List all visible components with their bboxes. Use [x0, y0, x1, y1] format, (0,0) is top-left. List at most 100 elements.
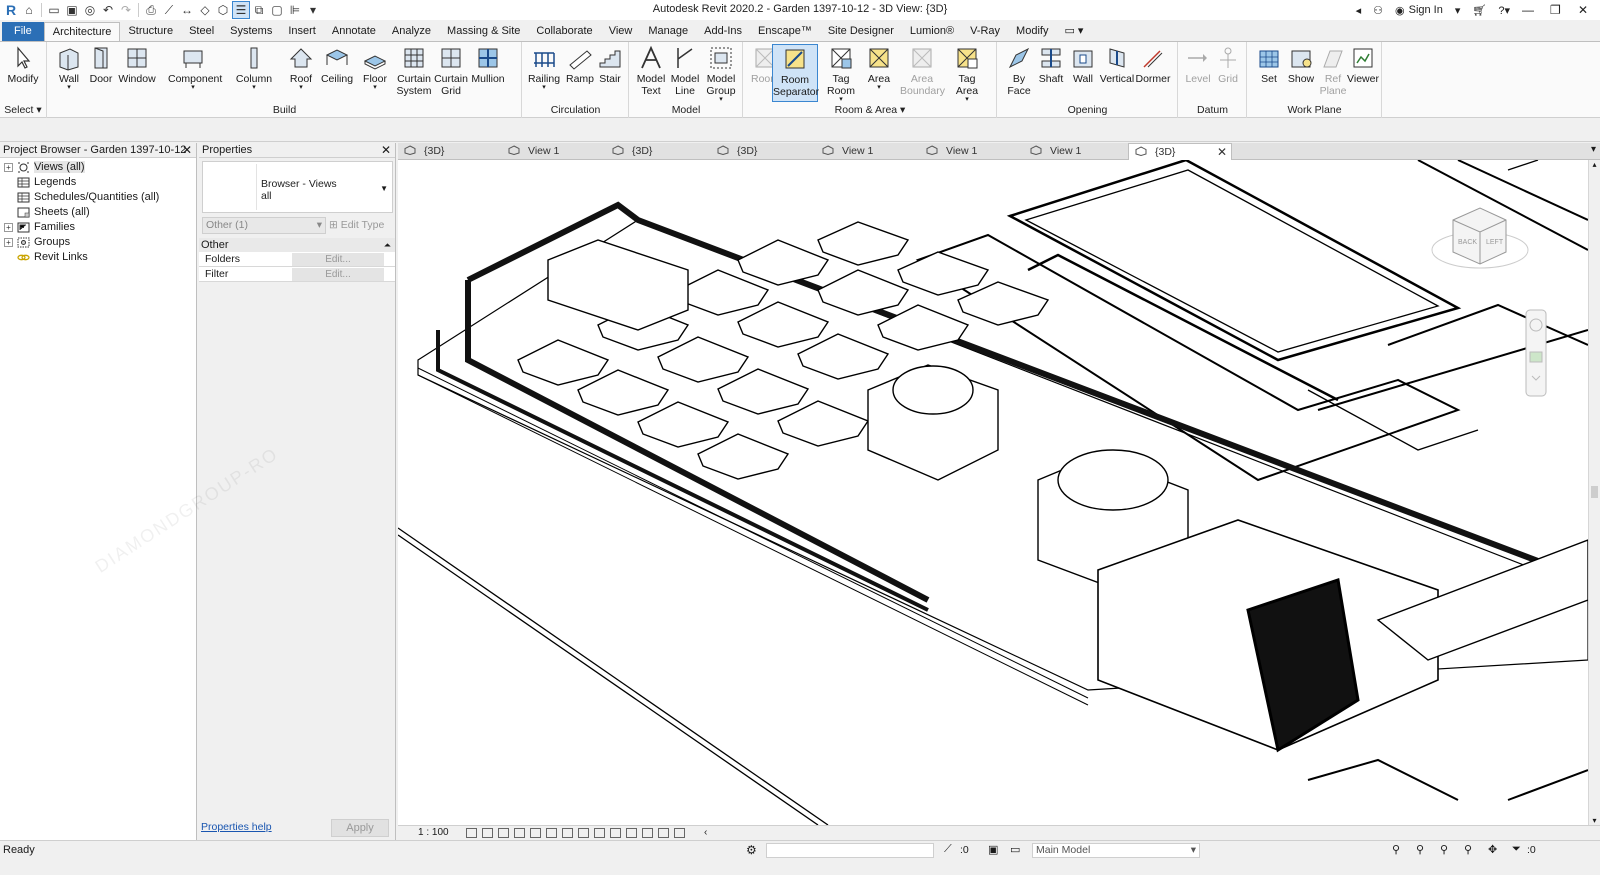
tag-icon[interactable]: ◇ [196, 1, 214, 19]
chevron-down-icon[interactable]: ▼ [380, 184, 388, 193]
filter-icon[interactable]: ⏷ [1512, 843, 1521, 856]
curtain-system-button[interactable]: Curtain System [395, 44, 433, 102]
column-button[interactable]: Column ▾ [235, 44, 273, 102]
dormer-button[interactable]: Dormer [1134, 44, 1172, 102]
maximize-icon[interactable]: ❐ [1544, 0, 1572, 20]
help-icon[interactable]: ?▾ [1492, 0, 1516, 20]
tree-item-revit-links[interactable]: Revit Links [0, 250, 196, 265]
tree-item-groups[interactable]: + Groups [0, 235, 196, 250]
panel-select-label[interactable]: Select ▾ [0, 104, 46, 116]
tab-analyze[interactable]: Analyze [384, 22, 439, 41]
3d-view-icon[interactable]: ⬡ [214, 1, 232, 19]
area-boundary-button[interactable]: Area Boundary [900, 44, 945, 102]
area-button[interactable]: Area ▾ [860, 44, 898, 102]
stair-button[interactable]: Stair [591, 44, 629, 102]
mullion-button[interactable]: Mullion [469, 44, 507, 102]
exclude-options-icon[interactable]: ▭ [1010, 843, 1020, 856]
crop-view-icon[interactable] [546, 828, 557, 838]
tab-systems[interactable]: Systems [222, 22, 280, 41]
wall-opening-button[interactable]: Wall [1064, 44, 1102, 102]
tab-architecture[interactable]: Architecture [43, 22, 121, 41]
binoculars-icon[interactable]: ⚇ [1367, 0, 1389, 20]
align-icon[interactable]: ⊫ [286, 1, 304, 19]
edit-requests-icon[interactable]: ⟋ [944, 843, 952, 856]
tab-file[interactable]: File [2, 22, 44, 41]
tab-add-ins[interactable]: Add-Ins [696, 22, 750, 41]
modify-button[interactable]: Modify [4, 44, 42, 102]
design-option-select[interactable] [766, 843, 934, 858]
curtain-grid-button[interactable]: Curtain Grid [432, 44, 470, 102]
scroll-down-icon[interactable]: ▾ [1589, 816, 1600, 825]
folders-edit-button[interactable]: Edit... [292, 253, 384, 266]
expand-icon[interactable]: + [4, 163, 13, 172]
edit-type-button[interactable]: ⊞ Edit Type [329, 217, 393, 234]
worksharing-display-icon[interactable] [626, 828, 637, 838]
panel-room-area-label[interactable]: Room & Area ▾ [744, 104, 996, 116]
sun-path-icon[interactable] [498, 828, 509, 838]
view-tab-3d[interactable]: {3D} [711, 143, 815, 160]
scroll-up-icon[interactable]: ▴ [1589, 160, 1600, 169]
view-tab-view1[interactable]: View 1 [1024, 143, 1128, 160]
tab-structure[interactable]: Structure [120, 22, 181, 41]
active-workset-select[interactable]: Main Model ▾ [1032, 843, 1200, 858]
select-by-face-icon[interactable]: ⚲ [1464, 843, 1472, 856]
view-tab-view1[interactable]: View 1 [920, 143, 1024, 160]
switch-windows-icon[interactable]: ▢ [268, 1, 286, 19]
instance-filter-select[interactable]: Other (1) ▾ [202, 217, 326, 234]
door-button[interactable]: Door [82, 44, 120, 102]
temporary-hide-icon[interactable] [594, 828, 605, 838]
apply-button[interactable]: Apply [331, 819, 389, 837]
tab-insert[interactable]: Insert [280, 22, 324, 41]
analytical-model-icon[interactable] [658, 828, 669, 838]
model-text-button[interactable]: Model Text [632, 44, 670, 102]
tree-item-families[interactable]: + Families [0, 220, 196, 235]
room-separator-button[interactable]: Room Separator [772, 44, 819, 102]
dimension-icon[interactable]: ↔ [178, 1, 196, 19]
tab-modify[interactable]: Modify [1008, 22, 1056, 41]
cart-icon[interactable]: 🛒︎ [1466, 0, 1492, 20]
scroll-left-icon[interactable]: ‹ [704, 826, 707, 840]
text-icon[interactable]: ☰ [232, 1, 250, 19]
show-crop-region-icon[interactable] [562, 828, 573, 838]
tree-item-views[interactable]: + Views (all) [0, 160, 196, 175]
collapse-icon[interactable]: ⏶ [384, 238, 391, 252]
window-button[interactable]: Window [118, 44, 156, 102]
model-group-button[interactable]: Model Group ▾ [702, 44, 740, 103]
ceiling-button[interactable]: Ceiling [318, 44, 356, 102]
save-icon[interactable]: ▣ [63, 1, 81, 19]
expand-icon[interactable]: + [4, 238, 13, 247]
select-underlay-icon[interactable]: ⚲ [1416, 843, 1424, 856]
close-window-icon[interactable]: ✕ [1572, 0, 1600, 20]
component-button[interactable]: Component ▾ [168, 44, 222, 102]
property-group-other[interactable]: Other ⏶ [199, 238, 395, 252]
roof-button[interactable]: Roof ▾ [282, 44, 320, 102]
sync-icon[interactable]: ◎ [81, 1, 99, 19]
scrollbar-thumb[interactable] [1591, 486, 1598, 498]
drag-on-selection-icon[interactable]: ✥ [1488, 843, 1497, 856]
view-scale[interactable]: 1 : 100 [418, 826, 449, 840]
open-icon[interactable]: ▭ [45, 1, 63, 19]
tab-list-dropdown-icon[interactable]: ▾ [1591, 144, 1596, 155]
select-links-icon[interactable]: ⚲ [1392, 843, 1400, 856]
properties-help-link[interactable]: Properties help [201, 821, 272, 833]
tab-manage[interactable]: Manage [640, 22, 696, 41]
home-icon[interactable]: ⌂ [20, 1, 38, 19]
view-tab-view1[interactable]: View 1 [816, 143, 920, 160]
view-tab-view1[interactable]: View 1 [502, 143, 606, 160]
sign-in-button[interactable]: ◉ Sign In [1389, 0, 1449, 20]
tab-site-designer[interactable]: Site Designer [820, 22, 902, 41]
tab-collaborate[interactable]: Collaborate [528, 22, 600, 41]
lock-3d-view-icon[interactable] [578, 828, 589, 838]
filter-edit-button[interactable]: Edit... [292, 268, 384, 281]
tab-annotate[interactable]: Annotate [324, 22, 384, 41]
vertical-scrollbar[interactable]: ▴ ▾ [1588, 160, 1600, 825]
type-selector[interactable]: Browser - Views all ▼ [202, 161, 393, 213]
3d-view-canvas[interactable]: BACK LEFT [398, 160, 1588, 825]
tab-view[interactable]: View [601, 22, 641, 41]
tab-v-ray[interactable]: V-Ray [962, 22, 1008, 41]
redo-icon[interactable]: ↷ [117, 1, 135, 19]
expand-icon[interactable]: + [4, 223, 13, 232]
close-icon[interactable]: ✕ [381, 143, 391, 158]
model-line-button[interactable]: Model Line [666, 44, 704, 102]
info-center-icon[interactable]: ◂ [1350, 0, 1368, 20]
